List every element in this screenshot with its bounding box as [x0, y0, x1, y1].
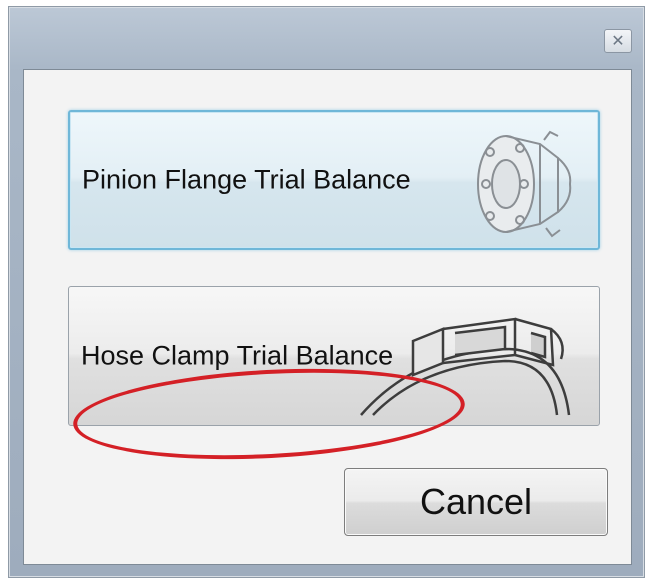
close-icon: ✕: [611, 31, 625, 50]
close-button[interactable]: ✕: [604, 29, 632, 53]
trial-balance-dialog: ✕ Pinion Flange Trial Balance Hose Clamp…: [8, 6, 645, 578]
title-bar: ✕: [9, 7, 644, 67]
hose-clamp-trial-balance-button[interactable]: Hose Clamp Trial Balance: [68, 286, 600, 426]
pinion-flange-label: Pinion Flange Trial Balance: [82, 164, 411, 195]
pinion-flange-icon: [477, 130, 572, 238]
dialog-content: Pinion Flange Trial Balance Hose Clamp T…: [23, 69, 632, 565]
hose-clamp-label: Hose Clamp Trial Balance: [81, 340, 394, 371]
cancel-button[interactable]: Cancel: [344, 468, 608, 536]
pinion-flange-trial-balance-button[interactable]: Pinion Flange Trial Balance: [68, 110, 600, 250]
